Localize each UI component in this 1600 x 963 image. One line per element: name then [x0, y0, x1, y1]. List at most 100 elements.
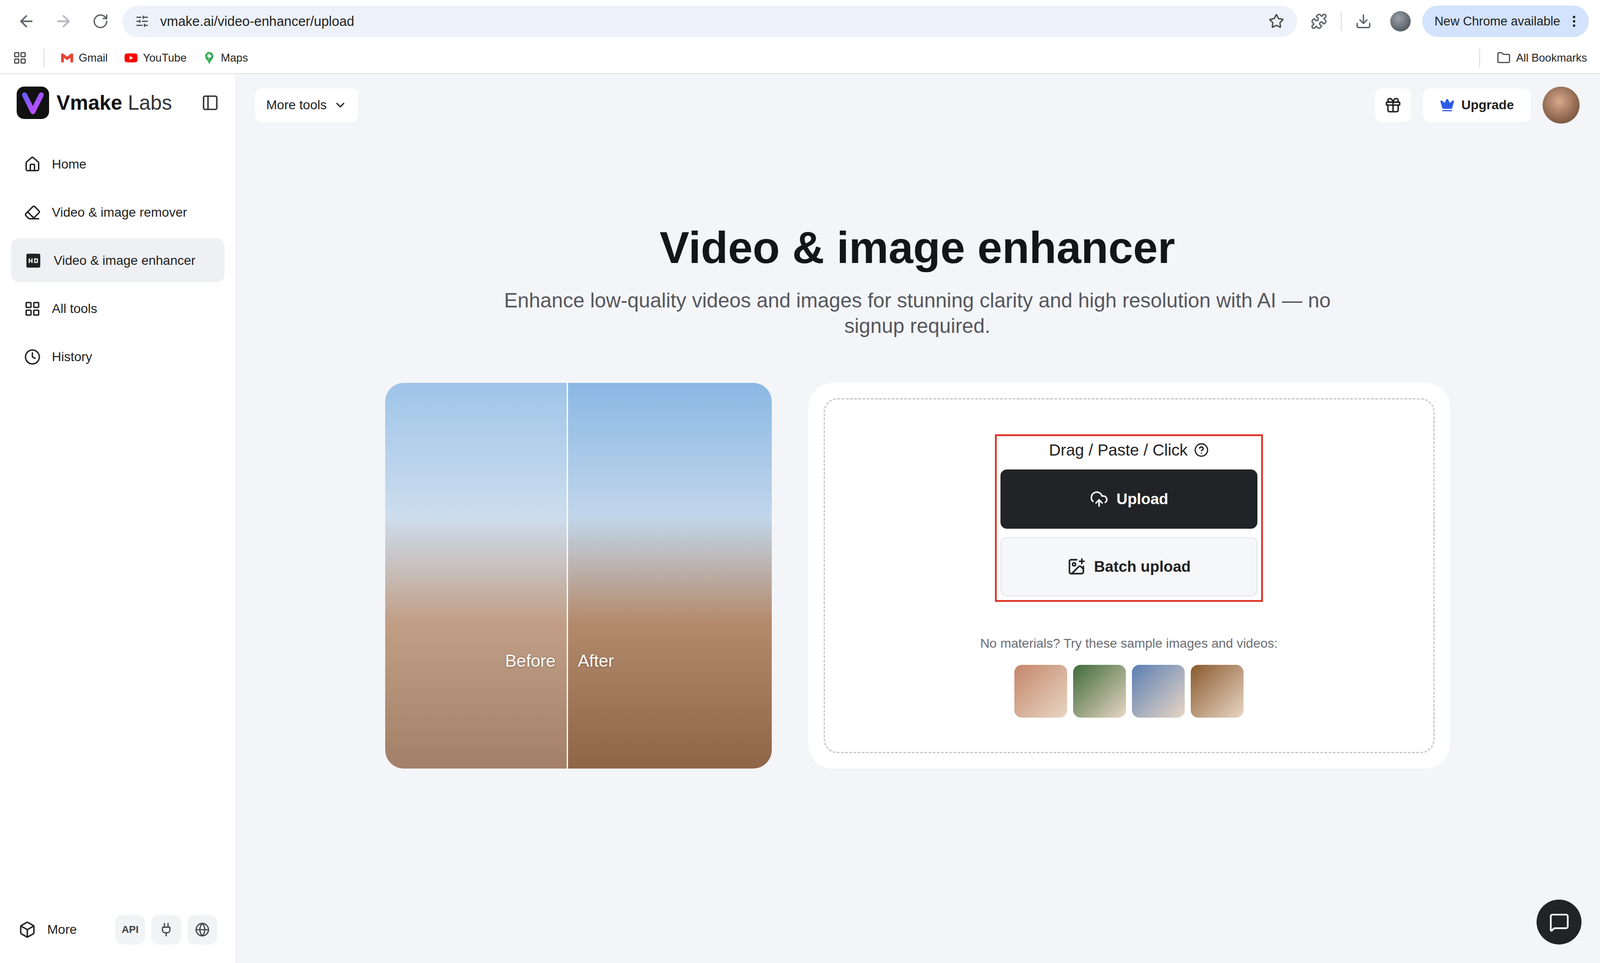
after-label: After: [577, 651, 614, 671]
extension-button[interactable]: [151, 914, 182, 945]
samples-label: No materials? Try these sample images an…: [980, 636, 1278, 651]
sample-thumbnail[interactable]: [1073, 664, 1126, 718]
bookmark[interactable]: YouTube: [124, 51, 187, 65]
puzzle-icon: [1310, 12, 1328, 30]
maps-icon: [203, 51, 216, 64]
bookmarks-bar: Gmail YouTube Maps All Bookmarks: [0, 42, 1600, 75]
page: vmake.ai/video-enhancer/upload New Chrome…: [0, 0, 1600, 963]
reload-icon: [92, 12, 109, 30]
sample-thumbnail[interactable]: [1014, 664, 1068, 718]
more-label: More: [47, 922, 77, 938]
before-after-preview[interactable]: Before After: [385, 382, 772, 769]
back-button[interactable]: [11, 6, 42, 37]
gift-icon: [1384, 96, 1402, 114]
folder-icon: [1496, 50, 1511, 65]
compare-divider[interactable]: [566, 382, 569, 769]
api-button[interactable]: API: [115, 914, 145, 945]
upload-card: Drag / Paste / Click Upload Batch upload No…: [808, 382, 1450, 769]
top-bar: More tools Upgrade: [255, 86, 1580, 124]
more-tools-button[interactable]: More tools: [255, 88, 359, 123]
chat-icon: [1549, 912, 1570, 933]
upload-button[interactable]: Upload: [1000, 469, 1258, 529]
hero-title: Video & image enhancer: [659, 222, 1175, 274]
main: More tools Upgrade Video & image enhancer E…: [236, 74, 1600, 963]
hd-icon: [24, 251, 43, 270]
sample-thumbnails: [1014, 664, 1244, 718]
help-icon[interactable]: [1193, 442, 1209, 458]
star-icon[interactable]: [1268, 13, 1285, 30]
before-half: [385, 382, 567, 769]
sample-thumbnail[interactable]: [1190, 664, 1244, 718]
upload-hint: Drag / Paste / Click: [1049, 439, 1210, 461]
kebab-icon: [1566, 13, 1582, 29]
upgrade-button[interactable]: Upgrade: [1423, 88, 1531, 123]
forward-button[interactable]: [48, 6, 79, 37]
gmail-icon: [61, 51, 74, 64]
vmake-logo-icon: [16, 86, 50, 119]
more-tools-label: More tools: [266, 97, 327, 113]
chevron-down-icon: [333, 98, 348, 113]
reload-button[interactable]: [85, 6, 116, 37]
profile-avatar: [1390, 11, 1411, 32]
separator: [1340, 12, 1342, 31]
separator: [43, 48, 45, 68]
sidebar-item-label: All tools: [51, 301, 98, 317]
youtube-icon: [124, 51, 138, 65]
all-bookmarks-label: All Bookmarks: [1516, 51, 1588, 65]
collapse-sidebar-icon[interactable]: [201, 93, 219, 112]
sidebar-item[interactable]: Video & image enhancer: [11, 238, 225, 283]
chat-button[interactable]: [1536, 899, 1582, 945]
update-button[interactable]: New Chrome available: [1422, 5, 1589, 38]
nav-icon: [24, 300, 41, 318]
bookmark[interactable]: Maps: [203, 51, 249, 65]
gift-button[interactable]: [1375, 88, 1412, 123]
drop-zone[interactable]: Drag / Paste / Click Upload Batch upload No…: [823, 398, 1435, 754]
logo-text[interactable]: Vmake Labs: [56, 91, 194, 115]
upgrade-label: Upgrade: [1461, 97, 1514, 113]
sidebar-item-label: History: [51, 349, 93, 365]
browser-toolbar: vmake.ai/video-enhancer/upload New Chrome…: [0, 0, 1600, 43]
language-button[interactable]: [187, 914, 218, 945]
bookmark-label: YouTube: [143, 51, 187, 65]
crown-icon: [1439, 97, 1455, 113]
cards-row: Before After Drag / Paste / Click Upload Bat…: [385, 382, 1450, 769]
bookmark-label: Maps: [220, 51, 249, 65]
sidebar-item[interactable]: Video & image remover: [11, 190, 225, 235]
extensions-button[interactable]: [1303, 6, 1335, 37]
site-settings-icon: [135, 14, 150, 29]
nav-icon: [24, 204, 41, 221]
globe-icon: [194, 922, 210, 938]
sidebar-item-label: Video & image enhancer: [53, 253, 196, 269]
sidebar-item-label: Video & image remover: [51, 205, 188, 220]
upload-icon: [1089, 489, 1109, 509]
upload-highlight: Drag / Paste / Click Upload Batch upload: [994, 434, 1263, 602]
sidebar-nav: Home Video & image remover Video & image e…: [11, 142, 225, 379]
downloads-button[interactable]: [1348, 6, 1379, 37]
user-avatar[interactable]: [1542, 86, 1580, 124]
sidebar-item[interactable]: History: [11, 334, 225, 379]
box-icon: [18, 920, 37, 939]
hero-subtitle: Enhance low-quality videos and images fo…: [487, 287, 1349, 339]
apps-icon[interactable]: [12, 50, 27, 65]
more-button[interactable]: More: [18, 920, 109, 939]
batch-upload-button[interactable]: Batch upload: [1000, 537, 1258, 597]
sidebar-item[interactable]: All tools: [11, 286, 225, 331]
batch-image-icon: [1067, 557, 1086, 576]
address-bar[interactable]: vmake.ai/video-enhancer/upload: [122, 5, 1298, 38]
sidebar-item[interactable]: Home: [11, 142, 225, 187]
nav-icon: [24, 156, 41, 173]
arrow-left-icon: [17, 12, 36, 31]
logo-row: Vmake Labs: [11, 85, 225, 121]
profile-button[interactable]: [1385, 6, 1416, 37]
sample-thumbnail[interactable]: [1131, 664, 1185, 718]
plug-icon: [158, 922, 174, 938]
download-icon: [1355, 12, 1372, 30]
bookmark[interactable]: Gmail: [61, 51, 108, 65]
app: Vmake Labs Home Video & image remover Video…: [0, 74, 1600, 963]
nav-icon: [24, 348, 41, 366]
address-text: vmake.ai/video-enhancer/upload: [160, 13, 1258, 30]
sidebar: Vmake Labs Home Video & image remover Video…: [0, 74, 237, 963]
separator: [1479, 48, 1481, 68]
all-bookmarks[interactable]: All Bookmarks: [1496, 50, 1588, 65]
before-label: Before: [505, 651, 556, 671]
